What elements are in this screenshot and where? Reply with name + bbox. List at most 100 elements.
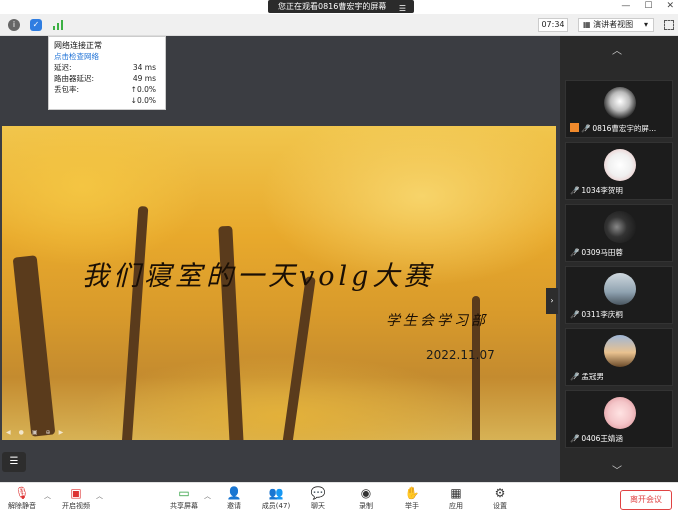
packet-loss-up: ↑0.0% bbox=[130, 85, 156, 94]
scroll-up-icon[interactable]: ︿ bbox=[612, 42, 622, 57]
members-button[interactable]: 👥 成员(47) bbox=[256, 486, 296, 514]
start-video-label: 开启视频 bbox=[62, 502, 90, 510]
record-icon: ◉ bbox=[360, 486, 372, 500]
mic-muted-icon: 🎤̸ bbox=[570, 434, 580, 443]
gear-icon: ⚙ bbox=[494, 486, 506, 500]
avatar bbox=[604, 149, 636, 181]
tree-trunk bbox=[12, 255, 56, 437]
slide-controls[interactable]: ◀ ● ▣ ⊕ ▶ bbox=[6, 429, 63, 436]
presentation-slide: 我们寝室的一天volg大赛 学生会学习部 2022.11.07 ◀ ● ▣ ⊕ ▶ bbox=[2, 126, 556, 440]
avatar bbox=[604, 273, 636, 305]
video-off-icon: ▣ bbox=[70, 486, 82, 500]
members-icon: 👥 bbox=[268, 486, 284, 500]
share-screen-icon: ▭ bbox=[178, 486, 190, 500]
settings-label: 设置 bbox=[493, 502, 507, 510]
chat-button[interactable]: 💬 聊天 bbox=[298, 486, 338, 514]
close-button[interactable]: ✕ bbox=[666, 0, 674, 13]
latency-label: 延迟: bbox=[54, 63, 72, 72]
share-banner-text: 您正在观看0816曹宏宇的屏幕 bbox=[278, 2, 387, 11]
participant-tile[interactable]: 🎤̸ 1034李贺明 bbox=[565, 142, 673, 200]
signal-icon[interactable] bbox=[52, 19, 64, 31]
screen-share-banner[interactable]: 您正在观看0816曹宏宇的屏幕 ☰ bbox=[268, 0, 414, 13]
tree-trunk bbox=[282, 276, 316, 440]
slide-title: 我们寝室的一天volg大赛 bbox=[82, 261, 435, 292]
packet-loss-down: ↓0.0% bbox=[130, 96, 156, 105]
record-label: 录制 bbox=[359, 502, 373, 510]
latency-value: 34 ms bbox=[132, 63, 156, 72]
packet-loss-row: 丢包率: ↑0.0% bbox=[54, 84, 160, 95]
invite-button[interactable]: 👤 邀请 bbox=[214, 486, 254, 514]
mic-muted-icon: 🎤̸ bbox=[570, 372, 580, 381]
participant-tile[interactable]: 🎤̸ 0816曹宏宇的屏... bbox=[565, 80, 673, 138]
raise-hand-label: 举手 bbox=[405, 502, 419, 510]
participant-name: 0309马田蓉 bbox=[581, 248, 623, 257]
participant-tile[interactable]: 🎤̸ 0406王婧涵 bbox=[565, 390, 673, 448]
apps-icon: ▦ bbox=[450, 486, 462, 500]
participant-sidebar: ︿ 🎤̸ 0816曹宏宇的屏... 🎤̸ 1034李贺明 🎤̸ 0309马田蓉 🎤̸ 0… bbox=[560, 36, 678, 482]
record-button[interactable]: ◉ 录制 bbox=[346, 486, 386, 514]
mic-muted-icon: 🎙 bbox=[14, 486, 30, 500]
mic-muted-icon: 🎤̸ bbox=[581, 124, 591, 133]
avatar bbox=[604, 211, 636, 243]
meeting-timer: 07:34 bbox=[538, 18, 568, 32]
network-status-popup: 网络连接正常 点击检查网络 延迟: 34 ms 路由器延迟: 49 ms 丢包率… bbox=[48, 36, 166, 110]
view-mode-label: 演讲者视图 bbox=[593, 20, 634, 29]
start-video-button[interactable]: ▣ 开启视频 bbox=[56, 486, 96, 514]
leave-meeting-button[interactable]: 离开会议 bbox=[620, 490, 672, 510]
participant-name: 孟冠男 bbox=[581, 372, 604, 381]
participant-name: 0816曹宏宇的屏... bbox=[592, 124, 657, 133]
tree-trunk bbox=[121, 205, 149, 440]
share-screen-button[interactable]: ▭ 共享屏幕 bbox=[164, 486, 204, 514]
router-latency-label: 路由器延迟: bbox=[54, 74, 95, 83]
share-screen-label: 共享屏幕 bbox=[170, 502, 198, 510]
network-status-text: 网络连接正常 bbox=[54, 41, 102, 50]
scroll-down-icon[interactable]: ﹀ bbox=[612, 462, 622, 477]
mic-muted-icon: 🎤̸ bbox=[570, 248, 580, 257]
check-network-link[interactable]: 点击检查网络 bbox=[54, 51, 160, 62]
packet-loss-label: 丢包率: bbox=[54, 85, 80, 94]
mic-muted-icon: 🎤̸ bbox=[570, 310, 580, 319]
invite-label: 邀请 bbox=[227, 502, 241, 510]
router-latency-value: 49 ms bbox=[132, 74, 156, 83]
view-mode-dropdown[interactable]: ▦ 演讲者视图 ▾ bbox=[578, 18, 654, 32]
settings-button[interactable]: ⚙ 设置 bbox=[480, 486, 520, 514]
apps-label: 应用 bbox=[449, 502, 463, 510]
slide-department: 学生会学习部 bbox=[386, 313, 488, 329]
packet-loss-down-row: ↓0.0% bbox=[54, 95, 160, 106]
participant-tile[interactable]: 🎤̸ 孟冠男 bbox=[565, 328, 673, 386]
sharing-badge-icon bbox=[570, 123, 579, 132]
unmute-label: 解除静音 bbox=[8, 502, 36, 510]
avatar bbox=[604, 335, 636, 367]
participant-tile[interactable]: 🎤̸ 0311李庆桐 bbox=[565, 266, 673, 324]
video-options-caret-icon[interactable]: ︿ bbox=[96, 491, 103, 501]
chevron-down-icon: ▾ bbox=[643, 20, 648, 29]
chat-icon: 💬 bbox=[310, 486, 326, 500]
share-options-caret-icon[interactable]: ︿ bbox=[204, 491, 211, 501]
chat-label: 聊天 bbox=[311, 502, 325, 510]
unmute-button[interactable]: 🎙 解除静音 bbox=[2, 486, 42, 514]
shield-icon[interactable]: ✓ bbox=[30, 19, 42, 31]
add-user-icon: 👤 bbox=[226, 486, 242, 500]
title-bar: 您正在观看0816曹宏宇的屏幕 ☰ — ☐ ✕ bbox=[0, 0, 678, 14]
apps-button[interactable]: ▦ 应用 bbox=[436, 486, 476, 514]
grid-icon: ▦ bbox=[583, 20, 594, 29]
maximize-button[interactable]: ☐ bbox=[644, 0, 652, 13]
list-icon[interactable]: ☰ bbox=[2, 452, 26, 472]
slide-date: 2022.11.07 bbox=[426, 348, 495, 362]
raise-hand-button[interactable]: ✋ 举手 bbox=[392, 486, 432, 514]
fullscreen-icon[interactable] bbox=[664, 20, 674, 30]
participant-name: 1034李贺明 bbox=[581, 186, 623, 195]
mic-muted-icon: 🎤̸ bbox=[570, 186, 580, 195]
avatar bbox=[604, 87, 636, 119]
collapse-sidebar-arrow[interactable]: › bbox=[546, 288, 558, 314]
minimize-button[interactable]: — bbox=[621, 0, 630, 13]
audio-options-caret-icon[interactable]: ︿ bbox=[44, 491, 51, 501]
latency-row: 延迟: 34 ms bbox=[54, 62, 160, 73]
participant-name: 0406王婧涵 bbox=[581, 434, 623, 443]
participant-tile[interactable]: 🎤̸ 0309马田蓉 bbox=[565, 204, 673, 262]
hand-icon: ✋ bbox=[404, 486, 420, 500]
meeting-toolbar: i ✓ 07:34 ▦ 演讲者视图 ▾ bbox=[0, 14, 678, 36]
members-label: 成员(47) bbox=[261, 502, 291, 510]
window-controls: — ☐ ✕ bbox=[621, 0, 674, 13]
info-icon[interactable]: i bbox=[8, 19, 20, 31]
